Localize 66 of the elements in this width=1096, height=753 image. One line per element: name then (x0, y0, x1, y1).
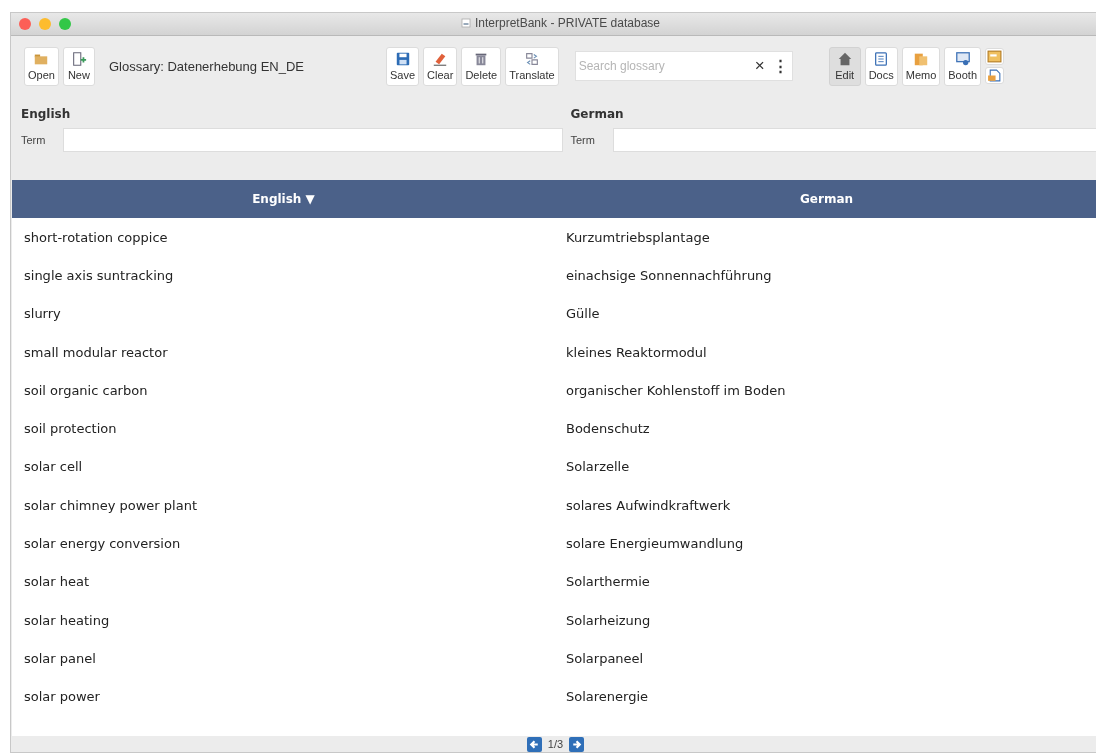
table-cell-text: einachsige Sonnennachführung (565, 267, 773, 283)
table-cell-text: Bodenschutz (565, 421, 651, 437)
table-cell-text: solare Energieumwandlung (565, 536, 745, 551)
table-cell-text: soil protection (23, 421, 118, 437)
table-cell-text: small modular reactor (23, 344, 169, 360)
table-cell-text: Solarenergie (565, 689, 650, 705)
translate-icon (523, 50, 540, 67)
table-cell-text: organischer Kohlenstoff im Boden (565, 382, 787, 398)
table-cell-text: solares Aufwindkraftwerk (565, 497, 732, 513)
table-cell-text: Solarthermie (565, 574, 651, 590)
toolbar-button[interactable]: Save (386, 46, 420, 86)
toolbar-button[interactable]: Open (24, 46, 59, 86)
page-indicator: 1/3 (547, 738, 564, 750)
window-control-button[interactable] (39, 18, 51, 30)
new-document-icon (70, 50, 87, 67)
column-header[interactable]: German (555, 192, 1096, 206)
window-title: InterpretBank - PRIVATE database (475, 16, 660, 30)
field-label: Term (21, 134, 47, 146)
toolbar-button[interactable]: Clear (423, 46, 458, 86)
field-label: Term (570, 134, 596, 146)
monitor-icon (954, 50, 971, 67)
toolbar-button[interactable]: New (62, 46, 95, 86)
file-icon (987, 69, 1003, 82)
toolbar-button[interactable]: Docs (864, 46, 898, 86)
term-field[interactable] (63, 128, 563, 152)
table-cell-text: kleines Reaktormodul (565, 344, 708, 360)
toolbar-button[interactable]: Translate (505, 46, 559, 86)
next-page-button[interactable] (569, 736, 585, 752)
previous-page-button[interactable] (526, 736, 542, 752)
term-field[interactable] (612, 128, 1096, 152)
table-cell-text: Solarheizung (565, 612, 652, 628)
search-field[interactable]: Search glossary × ⋮ (574, 51, 793, 81)
table-cell-text: single axis suntracking (23, 267, 175, 283)
card-button[interactable] (985, 48, 1005, 65)
table-cell-text: solar chimney power plant (23, 497, 198, 513)
table-cell-text: solar energy conversion (23, 536, 182, 551)
table-cell-text: short-rotation coppice (23, 229, 169, 245)
language-label: English (21, 106, 72, 123)
toolbar-button[interactable]: Edit (828, 46, 861, 86)
table-cell-text: solar panel (23, 650, 97, 666)
toolbar-button[interactable]: Booth (944, 46, 982, 86)
table-cell-text: Kurzumtriebsplantage (565, 229, 711, 245)
house-icon (836, 50, 853, 67)
language-label: German (570, 106, 625, 123)
document-icon (461, 18, 471, 28)
table-cell-text: slurry (23, 306, 62, 322)
window-control-button[interactable] (59, 18, 71, 30)
table-cell-text: solar heat (23, 574, 91, 590)
table-cell-text: solar heating (23, 612, 111, 628)
save-icon (394, 50, 411, 67)
table-cell-text: Solarzelle (565, 459, 631, 475)
toolbar-button[interactable]: Delete (461, 46, 502, 86)
window-control-button[interactable] (19, 18, 31, 30)
file-button[interactable] (985, 67, 1005, 84)
table-cell-text: Solarpaneel (565, 650, 645, 666)
table-cell-text: soil organic carbon (23, 382, 149, 398)
more-options-button[interactable]: ⋮ (768, 57, 792, 75)
card-icon (987, 50, 1003, 63)
clear-button[interactable]: × (750, 56, 769, 76)
glossary-name: Glossary: Datenerhebung EN_DE (108, 58, 305, 74)
table-cell-text: solar cell (23, 459, 84, 475)
table-cell-text: solar power (23, 689, 101, 705)
column-header[interactable]: English ▼ (12, 192, 555, 206)
table-cell-text: Gülle (565, 306, 601, 322)
document-icon (873, 50, 890, 67)
toolbar-button[interactable]: Memo (901, 46, 941, 86)
